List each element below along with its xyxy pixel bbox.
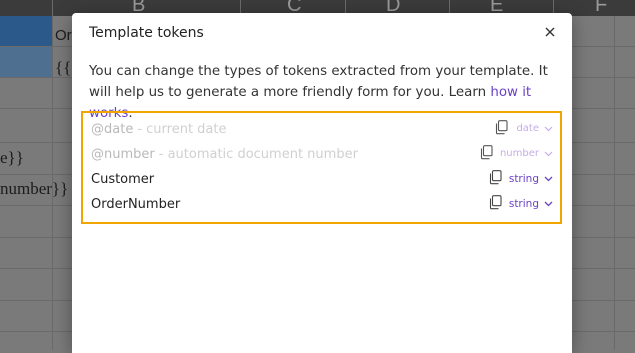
dialog-title: Template tokens (89, 25, 204, 41)
token-name: OrderNumber (91, 197, 180, 212)
description-text: You can change the types of tokens extra… (89, 64, 548, 100)
token-label: Customer (91, 172, 155, 187)
cell-text: number}} (0, 179, 69, 198)
close-icon (545, 27, 555, 37)
chevron-down-icon (544, 151, 553, 156)
token-list: @date - current date date @number - automa… (81, 111, 562, 224)
copy-icon[interactable] (494, 120, 508, 135)
chevron-down-icon (544, 126, 553, 131)
token-row-date: @date - current date date (91, 120, 553, 140)
close-button[interactable] (542, 24, 558, 40)
selected-cell[interactable] (0, 47, 52, 77)
type-select-value: string (508, 173, 539, 185)
grid-line (614, 16, 615, 350)
grid-line (52, 0, 53, 350)
token-row-ordernumber: OrderNumber string (91, 195, 553, 215)
type-select-date[interactable]: date (516, 123, 553, 134)
copy-icon[interactable] (488, 195, 502, 210)
type-select-value: string (508, 198, 539, 210)
token-row-customer: Customer string (91, 170, 553, 190)
copy-icon[interactable] (479, 145, 493, 160)
selected-cell[interactable] (0, 16, 52, 46)
token-label: @number (91, 147, 155, 162)
token-description: - automatic document number (158, 147, 358, 162)
token-row-number: @number - automatic document number numbe… (91, 145, 553, 165)
type-select-value: number (499, 148, 539, 159)
chevron-down-icon (544, 176, 553, 182)
token-name: @number - automatic document number (91, 147, 358, 162)
token-name: Customer (91, 172, 154, 187)
cell-text: Or (55, 27, 72, 44)
type-select-ordernumber[interactable]: string (509, 198, 553, 210)
copy-icon[interactable] (488, 170, 502, 185)
column-letter: F (595, 0, 608, 16)
token-label: OrderNumber (91, 197, 181, 212)
cell-text: e}} (0, 148, 24, 167)
chevron-down-icon (544, 201, 553, 207)
token-label: @date (91, 122, 134, 137)
token-name: @date - current date (91, 122, 227, 137)
type-select-value: date (516, 123, 539, 134)
token-description: - current date (137, 122, 227, 137)
type-select-customer[interactable]: string (509, 173, 553, 185)
template-tokens-dialog: Template tokens You can change the types… (72, 13, 572, 353)
type-select-number[interactable]: number (500, 148, 553, 159)
